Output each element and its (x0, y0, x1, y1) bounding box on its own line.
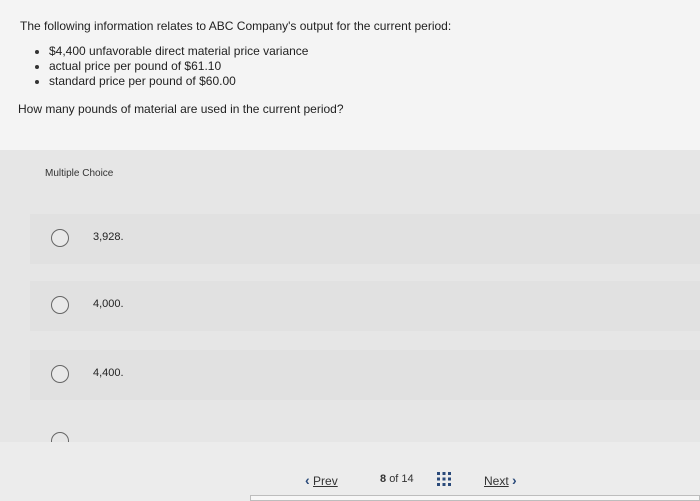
bullet-text: actual price per pound of $61.10 (49, 59, 222, 73)
chevron-right-icon: › (512, 472, 517, 488)
choice-option-4-partial[interactable] (30, 428, 700, 442)
bullet-item: standard price per pound of $60.00 (33, 74, 308, 89)
page-indicator: 8 of 14 (380, 473, 414, 485)
prev-button[interactable]: ‹ Prev (305, 472, 338, 488)
multiple-choice-label: Multiple Choice (45, 168, 114, 179)
next-label: Next (484, 474, 509, 488)
radio-empty-icon[interactable] (51, 296, 69, 314)
question-bullets: $4,400 unfavorable direct material price… (33, 44, 308, 89)
grid-icon[interactable] (437, 472, 451, 486)
next-button[interactable]: Next › (484, 472, 517, 488)
bullet-dot-icon (35, 65, 39, 69)
bottom-scroll-bar[interactable] (250, 495, 700, 501)
chevron-left-icon: ‹ (305, 472, 310, 488)
bullet-text: standard price per pound of $60.00 (49, 74, 236, 88)
page-total: of 14 (389, 473, 414, 485)
radio-empty-icon[interactable] (51, 229, 69, 247)
bullet-item: actual price per pound of $61.10 (33, 59, 308, 74)
choice-text: 3,928. (93, 231, 124, 243)
page-current: 8 (380, 473, 387, 485)
question-intro: The following information relates to ABC… (20, 19, 452, 33)
bullet-text: $4,400 unfavorable direct material price… (49, 44, 309, 58)
multiple-choice-panel: Multiple Choice 3,928. 4,000. 4,400. (0, 150, 700, 442)
bullet-dot-icon (35, 80, 39, 84)
question-prompt: How many pounds of material are used in … (18, 102, 344, 116)
choice-option-2[interactable]: 4,000. (30, 281, 700, 331)
radio-empty-icon[interactable] (51, 365, 69, 383)
question-panel: The following information relates to ABC… (0, 0, 700, 150)
bullet-item: $4,400 unfavorable direct material price… (33, 44, 308, 59)
choice-text: 4,400. (93, 367, 124, 379)
radio-empty-icon[interactable] (51, 432, 69, 442)
choice-option-3[interactable]: 4,400. (30, 350, 700, 400)
prev-label: Prev (313, 474, 338, 488)
footer-nav: ‹ Prev 8 of 14 Next › (0, 442, 700, 501)
choice-text: 4,000. (93, 298, 124, 310)
choice-option-1[interactable]: 3,928. (30, 214, 700, 264)
bullet-dot-icon (35, 50, 39, 54)
